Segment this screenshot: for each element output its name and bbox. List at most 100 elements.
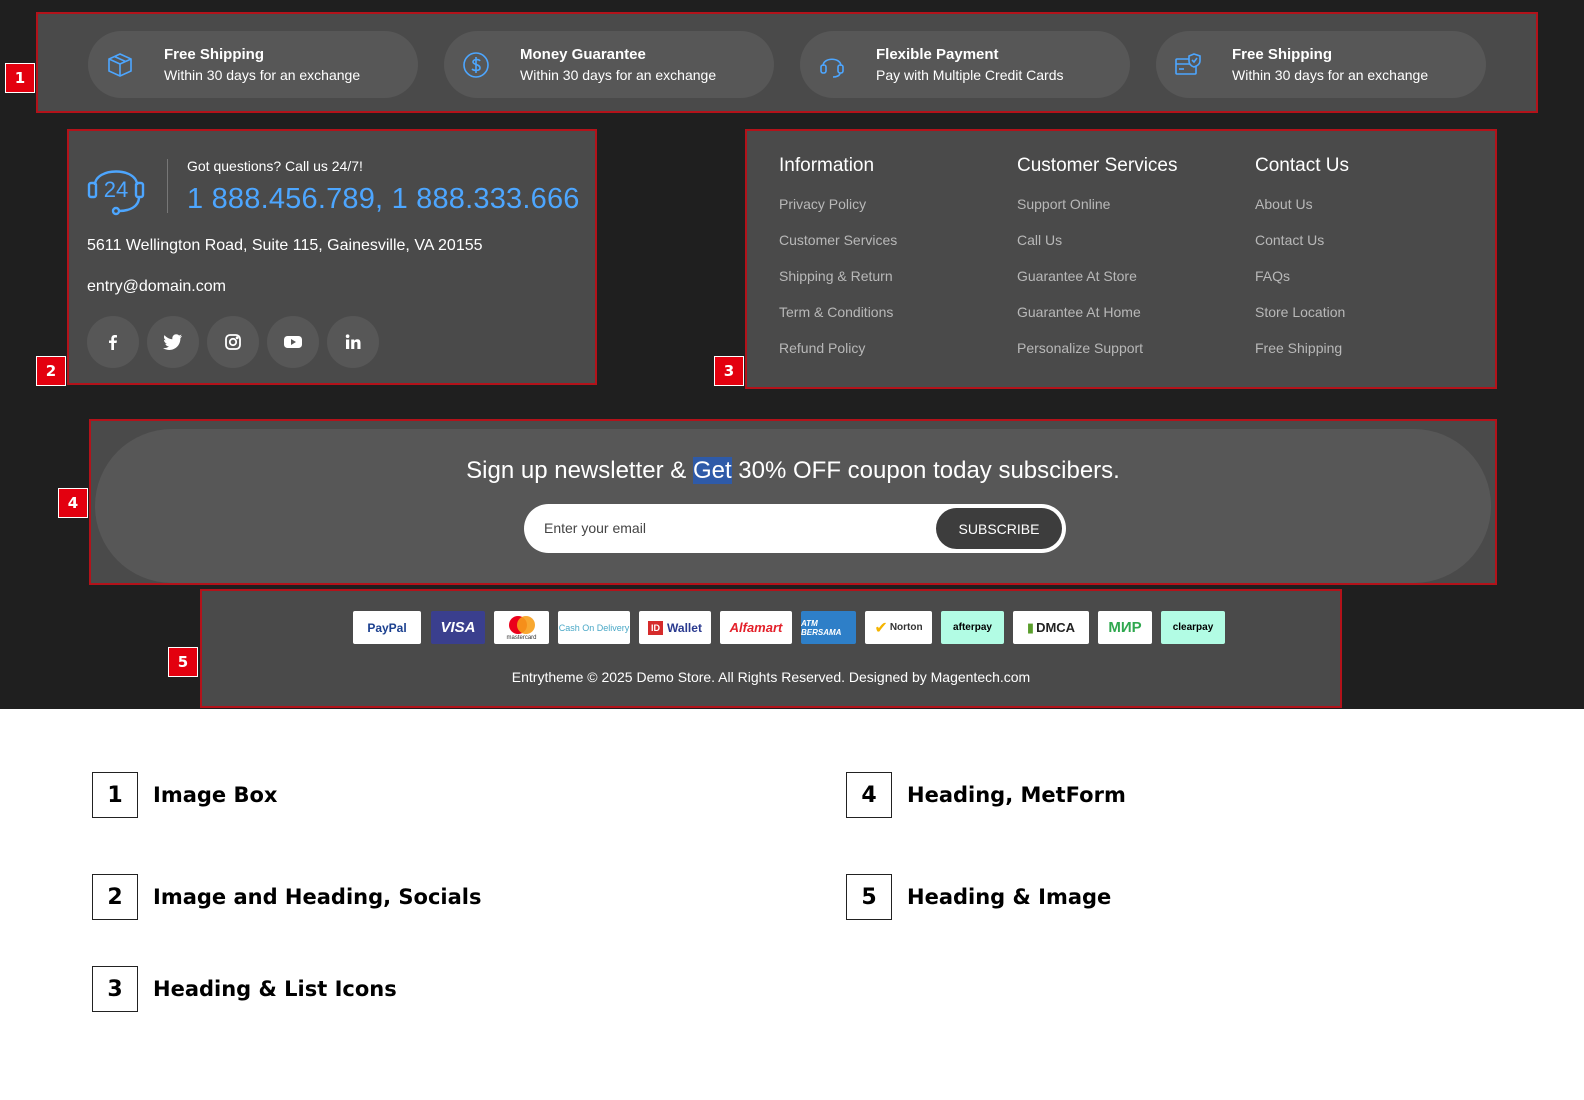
feature-item[interactable]: Flexible Payment Pay with Multiple Credi…	[800, 31, 1130, 98]
dollar-circle-icon	[462, 51, 490, 79]
legend-item: 4 Heading, MetForm	[846, 772, 1126, 818]
footer-link[interactable]: Refund Policy	[779, 339, 897, 375]
section-tag: 2	[36, 356, 66, 386]
footer-link[interactable]: Contact Us	[1255, 231, 1349, 267]
footer-link[interactable]: Store Location	[1255, 303, 1349, 339]
legend-item: 5 Heading & Image	[846, 874, 1111, 920]
legend-number: 3	[92, 966, 138, 1012]
instagram-button[interactable]	[207, 316, 259, 368]
links-panel: Information Privacy Policy Customer Serv…	[745, 129, 1497, 389]
footer-link[interactable]: Guarantee At Store	[1017, 267, 1178, 303]
youtube-button[interactable]	[267, 316, 319, 368]
visa-logo: VISA	[431, 611, 485, 644]
support-question: Got questions? Call us 24/7!	[187, 158, 363, 174]
footer-link[interactable]: Shipping & Return	[779, 267, 897, 303]
newsletter-heading: Sign up newsletter & Get 30% OFF coupon …	[91, 457, 1495, 485]
footer-link[interactable]: Customer Services	[779, 231, 897, 267]
newsletter-text-highlight: Get	[692, 457, 732, 484]
column-heading: Information	[779, 155, 875, 176]
footer-link[interactable]: FAQs	[1255, 267, 1349, 303]
footer-link[interactable]: Term & Conditions	[779, 303, 897, 339]
legend-item: 3 Heading & List Icons	[92, 966, 397, 1012]
legend-number: 4	[846, 772, 892, 818]
copyright-text: Entrytheme © 2025 Demo Store. All Rights…	[511, 669, 1031, 685]
footer-preview: Free Shipping Within 30 days for an exch…	[0, 0, 1584, 709]
column-heading: Customer Services	[1017, 155, 1178, 176]
newsletter-text-after: 30% OFF coupon today subscibers.	[731, 457, 1120, 484]
wallet-logo: ID Wallet	[639, 611, 711, 644]
legend-label: Image Box	[153, 783, 278, 807]
norton-logo: ✔ Norton	[865, 611, 932, 644]
linkedin-icon	[345, 334, 361, 349]
norton-text: Norton	[889, 622, 923, 633]
subscribe-button[interactable]: SUBSCRIBE	[936, 508, 1062, 549]
mir-logo: МИР	[1098, 611, 1152, 644]
headset-icon	[818, 51, 846, 79]
address: 5611 Wellington Road, Suite 115, Gainesv…	[87, 237, 483, 254]
dmca-logo: ▮ DMCA	[1013, 611, 1089, 644]
footer-link[interactable]: Personalize Support	[1017, 339, 1178, 375]
email-link[interactable]: entry@domain.com	[87, 278, 226, 296]
twitter-button[interactable]	[147, 316, 199, 368]
footer-link[interactable]: Privacy Policy	[779, 195, 897, 231]
legend-number: 5	[846, 874, 892, 920]
clearpay-logo: clearpay	[1161, 611, 1225, 644]
newsletter-text-before: Sign up newsletter &	[466, 457, 693, 484]
dmca-text: DMCA	[1036, 620, 1076, 635]
newsletter-form: Enter your email SUBSCRIBE	[524, 504, 1066, 553]
footer-link[interactable]: About Us	[1255, 195, 1349, 231]
instagram-icon	[225, 334, 241, 350]
legend-label: Image and Heading, Socials	[153, 885, 482, 909]
legend-label: Heading & List Icons	[153, 977, 397, 1001]
facebook-button[interactable]	[87, 316, 139, 368]
support-24-icon: 24	[87, 157, 147, 217]
wallet-text: Wallet	[667, 620, 702, 635]
section-tag: 4	[58, 488, 88, 518]
mastercard-logo: mastercard	[494, 611, 549, 644]
legend-label: Heading, MetForm	[907, 783, 1126, 807]
feature-subtitle: Pay with Multiple Credit Cards	[876, 66, 1064, 83]
links-column-customer-services: Customer Services Support Online Call Us…	[1017, 155, 1178, 375]
column-heading: Contact Us	[1255, 155, 1349, 176]
payments-panel: PayPal VISA mastercard Cash On Delivery …	[200, 589, 1342, 708]
footer-link[interactable]: Free Shipping	[1255, 339, 1349, 375]
links-column-contact-us: Contact Us About Us Contact Us FAQs Stor…	[1255, 155, 1349, 375]
phone-numbers[interactable]: 1 888.456.789, 1 888.333.666	[187, 183, 580, 216]
email-input[interactable]: Enter your email	[544, 520, 646, 536]
legend-number: 1	[92, 772, 138, 818]
card-shield-icon	[1174, 51, 1202, 79]
section-tag: 5	[168, 647, 198, 677]
afterpay-logo: afterpay	[941, 611, 1004, 644]
section-tag: 1	[5, 63, 35, 93]
feature-title: Free Shipping	[164, 45, 265, 63]
feature-item[interactable]: Free Shipping Within 30 days for an exch…	[1156, 31, 1486, 98]
feature-subtitle: Within 30 days for an exchange	[520, 66, 717, 83]
facebook-icon	[109, 335, 117, 350]
paypal-logo: PayPal	[353, 611, 421, 644]
mastercard-text: mastercard	[506, 634, 537, 641]
feature-item[interactable]: Free Shipping Within 30 days for an exch…	[88, 31, 418, 98]
feature-title: Free Shipping	[1232, 45, 1333, 63]
legend-item: 2 Image and Heading, Socials	[92, 874, 481, 920]
linkedin-button[interactable]	[327, 316, 379, 368]
divider	[167, 159, 168, 213]
feature-item[interactable]: Money Guarantee Within 30 days for an ex…	[444, 31, 774, 98]
atm-bersama-logo: ATM BERSAMA	[801, 611, 856, 644]
twitter-icon	[163, 334, 182, 351]
feature-subtitle: Within 30 days for an exchange	[164, 66, 361, 83]
contact-panel: 24 Got questions? Call us 24/7! 1 888.45…	[67, 129, 597, 385]
feature-title: Money Guarantee	[520, 45, 646, 63]
features-bar: Free Shipping Within 30 days for an exch…	[36, 12, 1538, 113]
footer-link[interactable]: Call Us	[1017, 231, 1178, 267]
alfamart-logo: Alfamart	[720, 611, 792, 644]
cod-logo: Cash On Delivery	[558, 611, 630, 644]
legend-number: 2	[92, 874, 138, 920]
youtube-icon	[284, 336, 302, 348]
links-column-information: Information Privacy Policy Customer Serv…	[779, 155, 897, 375]
section-tag: 3	[714, 356, 744, 386]
legend-item: 1 Image Box	[92, 772, 277, 818]
footer-link[interactable]: Guarantee At Home	[1017, 303, 1178, 339]
footer-link[interactable]: Support Online	[1017, 195, 1178, 231]
feature-subtitle: Within 30 days for an exchange	[1232, 66, 1429, 83]
feature-title: Flexible Payment	[876, 45, 999, 63]
